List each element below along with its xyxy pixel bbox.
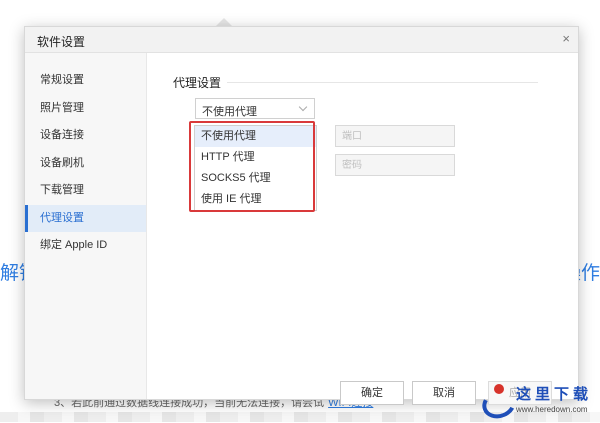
proxy-type-select[interactable]: 不使用代理 [195,98,315,119]
settings-sidebar: 常规设置 照片管理 设备连接 设备刷机 下载管理 代理设置 绑定 Apple I… [25,53,147,399]
sidebar-item-device-connection[interactable]: 设备连接 [25,122,146,150]
watermark-title: 这里下载 [515,384,592,403]
dialog-title: 软件设置 [37,35,86,49]
sidebar-item-proxy[interactable]: 代理设置 [25,204,146,232]
dialog-pointer [216,18,232,26]
heredown-logo-icon [480,382,512,414]
watermark: 这里下载 www.heredown.com [480,382,592,414]
section-title: 代理设置 [173,74,228,91]
watermark-url: www.heredown.com [515,404,588,414]
sidebar-item-apple-id[interactable]: 绑定 Apple ID [25,232,146,260]
option-socks5-proxy[interactable]: SOCKS5 代理 [195,168,316,189]
section-divider [177,82,538,83]
port-input[interactable] [336,126,454,146]
option-http-proxy[interactable]: HTTP 代理 [195,147,316,168]
close-icon[interactable]: × [562,31,570,46]
password-field [335,154,455,176]
watermark-text: 这里下载 www.heredown.com [516,383,592,414]
sidebar-item-photos[interactable]: 照片管理 [25,95,146,123]
dialog-titlebar: 软件设置 × [25,27,578,53]
sidebar-item-general[interactable]: 常规设置 [25,67,146,95]
sidebar-item-device-flash[interactable]: 设备刷机 [25,150,146,178]
proxy-type-value: 不使用代理 [202,106,257,118]
proxy-type-dropdown: 不使用代理 HTTP 代理 SOCKS5 代理 使用 IE 代理 [194,125,317,211]
ok-button[interactable]: 确定 [340,381,404,405]
password-input[interactable] [336,155,454,175]
settings-content: 代理设置 不使用代理 不使用代理 HTTP 代理 SOCKS5 代理 使用 IE… [147,53,578,405]
port-field [335,125,455,147]
option-no-proxy[interactable]: 不使用代理 [195,126,316,147]
settings-dialog: 软件设置 × 常规设置 照片管理 设备连接 设备刷机 下载管理 代理设置 绑定 … [24,26,579,405]
cancel-button[interactable]: 取消 [412,381,476,405]
chevron-down-icon [298,102,308,112]
option-ie-proxy[interactable]: 使用 IE 代理 [195,189,316,210]
sidebar-item-downloads[interactable]: 下载管理 [25,177,146,205]
